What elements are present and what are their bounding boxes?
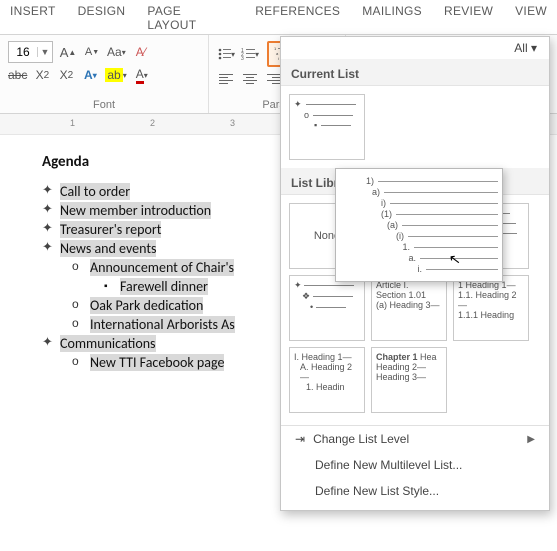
tab-view[interactable]: VIEW	[515, 4, 547, 32]
ruler-tick: 2	[150, 118, 155, 128]
ruler-tick: 3	[230, 118, 235, 128]
chevron-down-icon[interactable]: ▼	[37, 47, 52, 57]
tab-references[interactable]: REFERENCES	[255, 4, 340, 32]
font-size-input[interactable]	[9, 44, 37, 60]
highlight-button[interactable]: ab▾	[105, 65, 126, 85]
tab-design[interactable]: DESIGN	[78, 4, 126, 32]
grow-font-button[interactable]: A▲	[59, 42, 77, 62]
subscript-button[interactable]: X2	[33, 65, 51, 85]
text-effects-button[interactable]: A ▾	[81, 65, 99, 85]
align-center-button[interactable]	[241, 69, 259, 89]
list-thumb-chapter[interactable]: Chapter 1 Hea Heading 2— Heading 3—	[371, 347, 447, 413]
tab-pagelayout[interactable]: PAGE LAYOUT	[147, 4, 233, 32]
bullets-button[interactable]: ▾	[217, 44, 235, 64]
font-size-combo[interactable]: ▼	[8, 41, 53, 63]
align-left-button[interactable]	[217, 69, 235, 89]
menu-define-multilevel[interactable]: Define New Multilevel List...	[281, 452, 549, 478]
font-color-button[interactable]: A ▾	[133, 65, 151, 85]
list-thumb-current[interactable]: ✦ o ▪	[289, 94, 365, 160]
tab-insert[interactable]: INSERT	[10, 4, 56, 32]
chevron-right-icon: ▶	[527, 434, 535, 445]
list-style-tooltip: 1) a) i) (1) (a) (i) 1. a. i.	[335, 168, 503, 282]
superscript-button[interactable]: X2	[57, 65, 75, 85]
list-thumb-roman[interactable]: I. Heading 1— A. Heading 2— 1. Headin	[289, 347, 365, 413]
list-thumb-article[interactable]: Article I. Section 1.01 (a) Heading 3—	[371, 275, 447, 341]
cursor-icon: ↖	[448, 250, 462, 268]
menu-change-list-level[interactable]: ⇥ Change List Level ▶	[281, 426, 549, 452]
list-thumb-heading-num[interactable]: 1 Heading 1— 1.1. Heading 2— 1.1.1 Headi…	[453, 275, 529, 341]
section-current-list: Current List	[281, 59, 549, 86]
numbering-button[interactable]: 123▾	[241, 44, 259, 64]
indent-icon: ⇥	[295, 432, 305, 446]
group-label-font: Font	[0, 99, 208, 111]
svg-text:i: i	[278, 56, 279, 61]
tab-mailings[interactable]: MAILINGS	[362, 4, 422, 32]
change-case-button[interactable]: Aa ▾	[107, 42, 126, 62]
menu-define-list-style[interactable]: Define New List Style...	[281, 478, 549, 504]
ribbon-group-font: ▼ A▲ A▼ Aa ▾ A⁄ abc X2 X2 A ▾ ab▾ A ▾ Fo…	[0, 35, 209, 113]
ribbon-tabs: INSERT DESIGN PAGE LAYOUT REFERENCES MAI…	[0, 0, 557, 35]
clear-formatting-button[interactable]: A⁄	[132, 42, 150, 62]
ruler-tick: 1	[70, 118, 75, 128]
list-thumb-bullet[interactable]: ✦ ❖ •	[289, 275, 365, 341]
strikethrough-button[interactable]: abc	[8, 65, 27, 85]
tab-review[interactable]: REVIEW	[444, 4, 493, 32]
svg-text:3: 3	[241, 56, 244, 61]
list-filter-all[interactable]: All ▾	[281, 37, 549, 59]
shrink-font-button[interactable]: A▼	[83, 42, 101, 62]
